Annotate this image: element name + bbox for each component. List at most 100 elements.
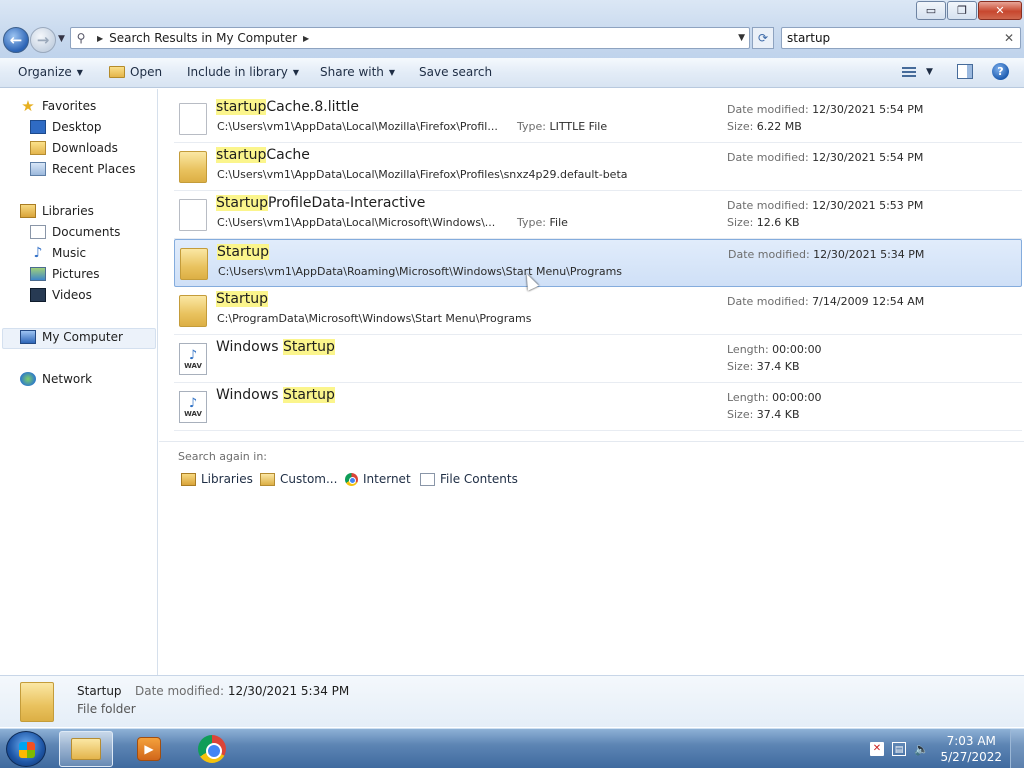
result-row[interactable]: ♪ WAV Windows Startup Length: 00:00:00 Si… [174, 335, 1022, 383]
folder-icon [179, 295, 207, 327]
search-again-internet[interactable]: Internet [345, 472, 411, 486]
match-highlight: startup [216, 147, 267, 163]
match-highlight: Startup [217, 244, 269, 260]
share-with-button[interactable]: Share with ▼ [320, 65, 395, 79]
taskbar-media-player[interactable]: ▶ [122, 731, 176, 767]
nav-pictures[interactable]: Pictures [30, 267, 100, 281]
organize-label: Organize [18, 65, 72, 79]
save-search-label: Save search [419, 65, 493, 79]
minimize-button[interactable]: ▭ [916, 1, 946, 20]
date-label: Date modified: [728, 248, 810, 261]
volume-icon[interactable]: 🔈 [914, 742, 929, 756]
chevron-down-icon: ▼ [388, 67, 396, 77]
nav-libraries-label: Libraries [42, 204, 94, 218]
result-type: Type: File [517, 216, 568, 229]
action-center-flag-icon[interactable]: ✕ [870, 742, 884, 756]
nav-recent-places[interactable]: Recent Places [30, 162, 135, 176]
match-highlight: Startup [282, 339, 335, 355]
name-rest: ProfileData-Interactive [267, 195, 426, 211]
result-row[interactable]: Startup C:\ProgramData\Microsoft\Windows… [174, 287, 1022, 335]
view-options-dropdown-icon[interactable]: ▼ [926, 67, 933, 77]
close-button[interactable]: ✕ [978, 1, 1022, 20]
maximize-button[interactable]: ❐ [947, 1, 977, 20]
folder-open-icon [109, 66, 125, 78]
size-label: Size: [727, 408, 754, 421]
documents-icon [30, 225, 46, 239]
result-length: Length: 00:00:00 [727, 343, 822, 356]
open-button[interactable]: Open [109, 65, 162, 79]
chrome-icon [345, 472, 358, 486]
nav-downloads[interactable]: Downloads [30, 141, 118, 155]
details-date-value: 12/30/2021 5:34 PM [227, 684, 350, 698]
back-button[interactable]: ← [3, 27, 29, 53]
show-desktop-button[interactable] [1010, 729, 1024, 768]
search-box[interactable]: ✕ [781, 27, 1021, 49]
result-row-selected[interactable]: Startup C:\Users\vm1\AppData\Roaming\Mic… [174, 239, 1022, 287]
save-search-button[interactable]: Save search [419, 65, 492, 79]
details-pane: Startup File folder Date modified: 12/30… [0, 675, 1024, 727]
search-again-file-contents[interactable]: File Contents [420, 472, 518, 486]
result-date: Date modified: 12/30/2021 5:34 PM [728, 248, 924, 261]
search-again-label: Search again in: [178, 450, 268, 463]
clear-search-icon[interactable]: ✕ [1004, 31, 1014, 45]
length-value: 00:00:00 [772, 391, 822, 404]
nav-music[interactable]: ♪ Music [30, 246, 87, 260]
search-again-libraries[interactable]: Libraries [181, 472, 253, 486]
videos-icon [30, 288, 46, 302]
forward-arrow-icon: → [36, 31, 50, 49]
result-name: Startup [216, 291, 268, 307]
date-label: Date modified: [727, 151, 809, 164]
nav-network[interactable]: Network [20, 372, 92, 386]
search-again-custom[interactable]: Custom... [260, 472, 337, 486]
pictures-icon [30, 267, 46, 281]
result-row[interactable]: ♪ WAV Windows Startup Length: 00:00:00 Si… [174, 383, 1022, 431]
breadcrumb-search-results[interactable]: Search Results in My Computer [109, 31, 297, 45]
nav-my-computer[interactable]: My Computer [20, 330, 123, 344]
include-in-library-button[interactable]: Include in library ▼ [187, 65, 299, 79]
nav-pictures-label: Pictures [52, 267, 100, 281]
refresh-button[interactable]: ⟳ [752, 27, 774, 49]
search-input[interactable] [787, 31, 987, 45]
breadcrumb-separator-icon[interactable]: ▶ [97, 34, 103, 43]
result-row[interactable]: StartupProfileData-Interactive C:\Users\… [174, 191, 1022, 239]
result-row[interactable]: startupCache C:\Users\vm1\AppData\Local\… [174, 143, 1022, 191]
name-rest: Cache.8.little [266, 99, 359, 115]
recent-pages-dropdown[interactable]: ▼ [58, 34, 65, 44]
window-controls: ▭ ❐ ✕ [916, 1, 1022, 20]
name-rest: Cache [266, 147, 310, 163]
clock[interactable]: 7:03 AM 5/27/2022 [940, 733, 1002, 765]
back-arrow-icon: ← [9, 31, 23, 49]
breadcrumb-separator-icon[interactable]: ▶ [303, 34, 309, 43]
size-label: Size: [727, 120, 754, 133]
nav-desktop[interactable]: Desktop [30, 120, 102, 134]
nav-downloads-label: Downloads [52, 141, 118, 155]
start-button[interactable] [6, 731, 46, 767]
address-bar[interactable]: ⚲ ▶ Search Results in My Computer ▶ ▼ [70, 27, 750, 49]
system-tray: ✕ ▤ 🔈 7:03 AM 5/27/2022 [854, 729, 1024, 768]
address-dropdown-icon[interactable]: ▼ [738, 33, 745, 43]
result-size: Size: 12.6 KB [727, 216, 800, 229]
chevron-down-icon: ▼ [76, 67, 83, 77]
result-row[interactable]: startupCache.8.little C:\Users\vm1\AppDa… [174, 95, 1022, 143]
refresh-icon: ⟳ [757, 31, 769, 45]
nav-libraries[interactable]: Libraries [20, 204, 94, 218]
nav-videos[interactable]: Videos [30, 288, 92, 302]
help-icon[interactable]: ? [992, 63, 1009, 80]
result-name: Windows Startup [216, 387, 335, 403]
nav-desktop-label: Desktop [52, 120, 102, 134]
date-value: 12/30/2021 5:54 PM [812, 151, 924, 164]
nav-favorites[interactable]: ★ Favorites [20, 99, 96, 114]
taskbar-chrome[interactable] [185, 731, 239, 767]
network-tray-icon[interactable]: ▤ [892, 742, 906, 756]
nav-network-label: Network [42, 372, 93, 386]
organize-button[interactable]: Organize ▼ [18, 65, 83, 79]
forward-button[interactable]: → [30, 27, 56, 53]
change-view-icon[interactable] [902, 65, 916, 79]
date-value: 12/30/2021 5:53 PM [812, 199, 924, 212]
preview-pane-icon[interactable] [957, 64, 973, 79]
taskbar-explorer[interactable] [59, 731, 113, 767]
nav-documents[interactable]: Documents [30, 225, 120, 239]
downloads-folder-icon [30, 141, 46, 155]
nav-my-computer-label: My Computer [42, 330, 123, 344]
details-date: Date modified: 12/30/2021 5:34 PM [135, 684, 349, 698]
